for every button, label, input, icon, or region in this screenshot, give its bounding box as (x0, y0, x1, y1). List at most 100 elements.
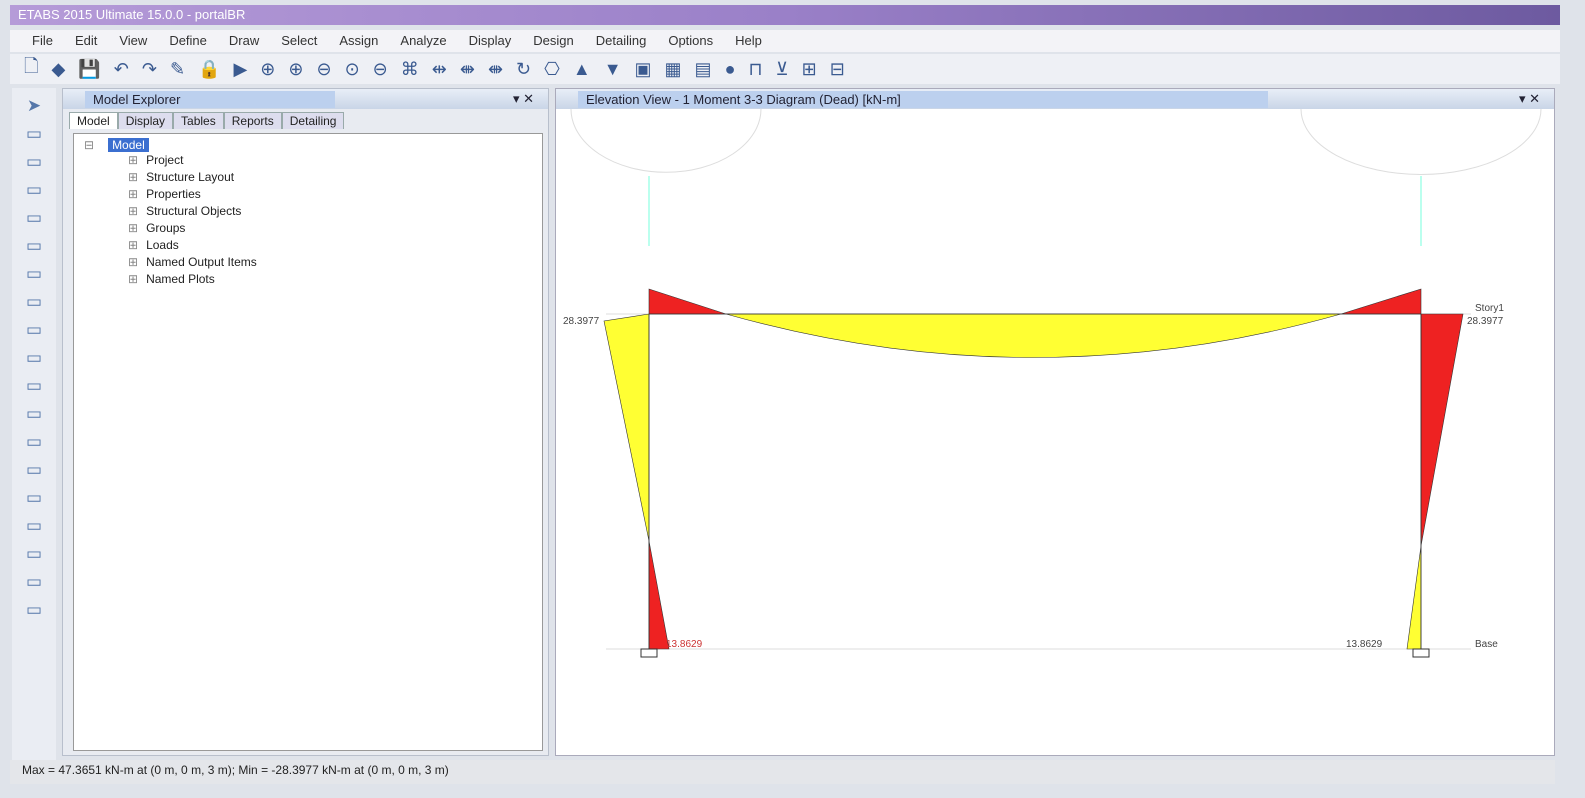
opening-tool-icon[interactable]: ▭ (26, 348, 42, 368)
link-tool-icon[interactable]: ▭ (26, 460, 42, 480)
tree-item[interactable]: ⊞ Named Output Items (84, 254, 532, 271)
label-left-top: 28.3977 (563, 316, 600, 327)
floor-tool-icon[interactable]: ▭ (26, 376, 42, 396)
ramp-tool-icon[interactable]: ▭ (26, 404, 42, 424)
tree-item-label: Structure Layout (146, 170, 235, 184)
label-base: Base (1475, 639, 1498, 650)
menu-detailing[interactable]: Detailing (596, 30, 647, 52)
menu-draw[interactable]: Draw (229, 30, 259, 52)
3d-view-icon[interactable]: ⌘ (401, 59, 419, 80)
tab-detailing[interactable]: Detailing (281, 112, 345, 129)
spring-tool-icon[interactable]: ▭ (26, 488, 42, 508)
menu-define[interactable]: Define (169, 30, 207, 52)
pencil-icon[interactable]: ✎ (170, 59, 185, 80)
restraint-tool-icon[interactable]: ▭ (26, 572, 42, 592)
section-cut-tool-icon[interactable]: ▭ (26, 544, 42, 564)
menu-select[interactable]: Select (281, 30, 317, 52)
arc-left (570, 108, 762, 173)
joint-tool-icon[interactable]: ▭ (26, 432, 42, 452)
column-tool-icon[interactable]: ▭ (26, 208, 42, 228)
zoom-out-icon[interactable]: ⊖ (316, 59, 331, 80)
zoom-previous-icon[interactable]: ⊖ (373, 59, 388, 80)
line-icon[interactable]: ⊓ (748, 59, 762, 80)
expand-icon[interactable]: ⊞ (128, 255, 138, 269)
tab-display[interactable]: Display (117, 112, 174, 129)
tree-item[interactable]: ⊞ Properties (84, 186, 532, 203)
beam-icon[interactable]: ⊞ (802, 59, 817, 80)
menu-analyze[interactable]: Analyze (400, 30, 446, 52)
expand-icon[interactable]: ⊞ (128, 221, 138, 235)
status-bar: Max = 47.3651 kN-m at (0 m, 0 m, 3 m); M… (10, 760, 1555, 784)
panel-close-icon[interactable]: ▾ ✕ (513, 91, 534, 107)
menu-assign[interactable]: Assign (339, 30, 378, 52)
area-tool-icon[interactable]: ▭ (26, 180, 42, 200)
tree-item-label: Named Plots (146, 272, 215, 286)
expand-icon[interactable]: ⊞ (128, 170, 138, 184)
zoom-window-icon[interactable]: ⊕ (260, 59, 275, 80)
tree-item[interactable]: ⊞ Structural Objects (84, 203, 532, 220)
line-tool-icon[interactable]: ▭ (26, 152, 42, 172)
undo-icon[interactable]: ↶ (114, 59, 129, 80)
tree-root[interactable]: Model (108, 138, 149, 152)
expand-icon[interactable]: ⊞ (128, 238, 138, 252)
zoom-in-icon[interactable]: ⊕ (288, 59, 303, 80)
view-options-icon[interactable]: ● (725, 59, 736, 80)
display-icon[interactable]: ▤ (695, 59, 712, 80)
rotate-icon[interactable]: ↻ (516, 59, 531, 80)
tree-item-label: Project (146, 153, 184, 167)
move-down-icon[interactable]: ▼ (604, 59, 622, 80)
expand-icon[interactable]: ⊞ (128, 153, 138, 167)
open-icon[interactable]: ◆ (51, 59, 65, 80)
pointer-tool-icon[interactable]: ➤ (27, 96, 41, 116)
menu-display[interactable]: Display (469, 30, 512, 52)
menu-view[interactable]: View (119, 30, 147, 52)
load-tool-icon[interactable]: ▭ (26, 516, 42, 536)
tab-model[interactable]: Model (69, 112, 118, 129)
menu-edit[interactable]: Edit (75, 30, 97, 52)
tree-item[interactable]: ⊞ Loads (84, 237, 532, 254)
menu-options[interactable]: Options (668, 30, 713, 52)
show-grid-icon[interactable]: ▦ (665, 59, 682, 80)
run-icon[interactable]: ▶ (233, 59, 247, 80)
perspective-icon[interactable]: ⎔ (544, 59, 560, 80)
wall-tool-icon[interactable]: ▭ (26, 292, 42, 312)
expand-icon[interactable]: ⊞ (128, 187, 138, 201)
tab-tables[interactable]: Tables (173, 112, 224, 129)
menu-design[interactable]: Design (533, 30, 573, 52)
tree-item[interactable]: ⊞ Project (84, 152, 532, 169)
tree-item[interactable]: ⊞ Named Plots (84, 271, 532, 288)
redo-icon[interactable]: ↷ (142, 59, 157, 80)
expand-icon[interactable]: ⊞ (128, 204, 138, 218)
brace-icon[interactable]: ⊟ (830, 59, 845, 80)
column-icon[interactable]: ⊻ (775, 59, 788, 80)
model-tree: ⊟ Model ⊞ Project ⊞ Structure Layout ⊞ Propert… (73, 133, 543, 751)
beam-tool-icon[interactable]: ▭ (26, 236, 42, 256)
save-icon[interactable]: 💾 (78, 59, 100, 80)
object-shrink-icon[interactable]: ▣ (635, 59, 652, 80)
move-up-icon[interactable]: ▲ (573, 59, 591, 80)
elevation-icon[interactable]: ⇼ (460, 59, 475, 80)
menu-help[interactable]: Help (735, 30, 762, 52)
view-close-icon[interactable]: ▾ ✕ (1519, 91, 1540, 107)
elevation-2-icon[interactable]: ⇼ (488, 59, 503, 80)
explorer-tabs: Model Display Tables Reports Detailing (63, 109, 548, 129)
tab-reports[interactable]: Reports (223, 112, 282, 129)
label-right-base: 13.8629 (1346, 639, 1383, 650)
menu-file[interactable]: File (32, 30, 53, 52)
tree-item[interactable]: ⊞ Structure Layout (84, 169, 532, 186)
lock-icon[interactable]: 🔒 (198, 59, 220, 80)
tree-item[interactable]: ⊞ Groups (84, 220, 532, 237)
brace-tool-icon[interactable]: ▭ (26, 264, 42, 284)
vertical-toolbar: ➤ ▭ ▭ ▭ ▭ ▭ ▭ ▭ ▭ ▭ ▭ ▭ ▭ ▭ ▭ ▭ ▭ ▭ ▭ (12, 88, 56, 760)
arc-right (1300, 108, 1542, 175)
toolbar: 🗋 ◆ 💾 ↶ ↷ ✎ 🔒 ▶ ⊕ ⊕ ⊖ ⊙ ⊖ ⌘ ⇹ ⇼ ⇼ ↻ ⎔ ▲ ▼ ▣ ▦ ▤ ● ⊓ ⊻ ⊞ ⊟ (10, 54, 1560, 84)
new-icon[interactable]: 🗋 (24, 54, 38, 84)
grid-tool-icon[interactable]: ▭ (26, 600, 42, 620)
moment-beam-right-negative (1340, 288, 1422, 315)
zoom-restore-icon[interactable]: ⊙ (345, 59, 360, 80)
pan-tool-icon[interactable]: ▭ (26, 124, 42, 144)
expand-icon[interactable]: ⊞ (128, 272, 138, 286)
moment-diagram[interactable]: 28.3977 28.3977 Story1 Base 13.8629 13.8… (556, 108, 1556, 757)
plan-icon[interactable]: ⇹ (432, 59, 447, 80)
slab-tool-icon[interactable]: ▭ (26, 320, 42, 340)
